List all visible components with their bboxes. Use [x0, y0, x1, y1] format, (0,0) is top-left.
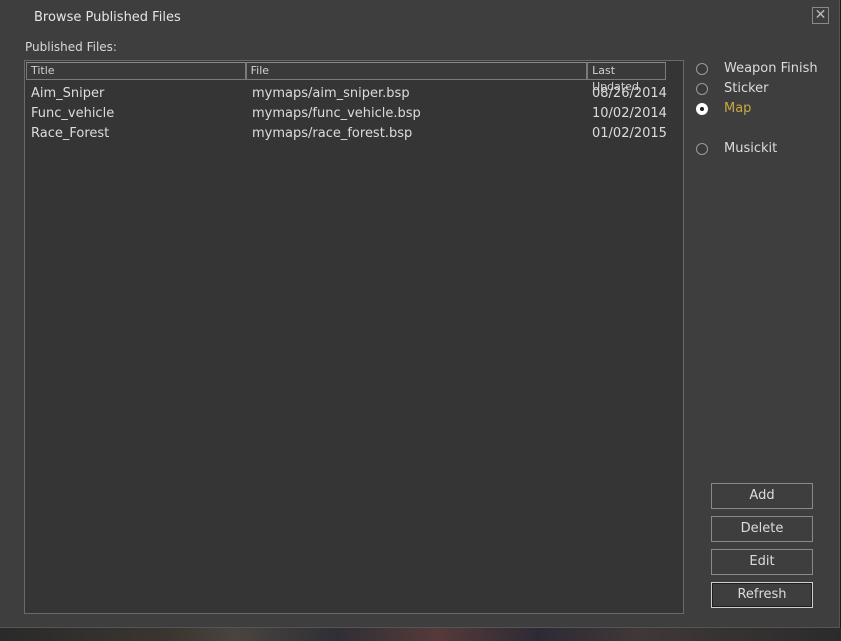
- radio-label-weapon-finish: Weapon Finish: [724, 61, 818, 76]
- row-last-updated: 01/02/2015: [592, 126, 667, 141]
- add-button[interactable]: Add: [711, 483, 813, 509]
- radio-button-icon[interactable]: [696, 143, 708, 155]
- list-header: Title File Last Updated: [26, 62, 666, 93]
- background-strip: [0, 628, 841, 641]
- radio-sticker[interactable]: Sticker: [696, 80, 826, 98]
- row-title: Aim_Sniper: [31, 86, 105, 101]
- column-header-last-updated[interactable]: Last Updated: [587, 62, 666, 93]
- radio-label-map: Map: [724, 101, 752, 116]
- row-file: mymaps/race_forest.bsp: [252, 126, 413, 141]
- radio-musickit[interactable]: Musickit: [696, 140, 826, 158]
- dialog-title: Browse Published Files: [34, 10, 181, 25]
- refresh-button[interactable]: Refresh: [711, 582, 813, 608]
- list-rows: Aim_Sniper mymaps/aim_sniper.bsp 08/26/2…: [25, 86, 683, 146]
- row-title: Race_Forest: [31, 126, 110, 141]
- close-icon[interactable]: ✕: [812, 7, 829, 24]
- radio-label-sticker: Sticker: [724, 81, 769, 96]
- column-header-title[interactable]: Title: [26, 62, 246, 80]
- table-row[interactable]: Func_vehicle mymaps/func_vehicle.bsp 10/…: [25, 106, 683, 126]
- row-last-updated: 08/26/2014: [592, 86, 667, 101]
- row-last-updated: 10/02/2014: [592, 106, 667, 121]
- row-file: mymaps/aim_sniper.bsp: [252, 86, 410, 101]
- radio-button-icon[interactable]: [696, 63, 708, 75]
- radio-button-selected-icon[interactable]: [696, 103, 708, 115]
- delete-button[interactable]: Delete: [711, 516, 813, 542]
- table-row[interactable]: Aim_Sniper mymaps/aim_sniper.bsp 08/26/2…: [25, 86, 683, 106]
- edit-button[interactable]: Edit: [711, 549, 813, 575]
- radio-weapon-finish[interactable]: Weapon Finish: [696, 60, 826, 78]
- radio-button-icon[interactable]: [696, 83, 708, 95]
- table-row[interactable]: Race_Forest mymaps/race_forest.bsp 01/02…: [25, 126, 683, 146]
- row-title: Func_vehicle: [31, 106, 115, 121]
- published-files-list[interactable]: Title File Last Updated Aim_Sniper mymap…: [24, 60, 684, 614]
- column-header-file[interactable]: File: [245, 62, 588, 80]
- radio-label-musickit: Musickit: [724, 141, 778, 156]
- browse-published-files-dialog: Browse Published Files ✕ Published Files…: [0, 0, 840, 628]
- published-files-label: Published Files:: [25, 40, 117, 54]
- radio-map[interactable]: Map: [696, 100, 826, 118]
- row-file: mymaps/func_vehicle.bsp: [252, 106, 421, 121]
